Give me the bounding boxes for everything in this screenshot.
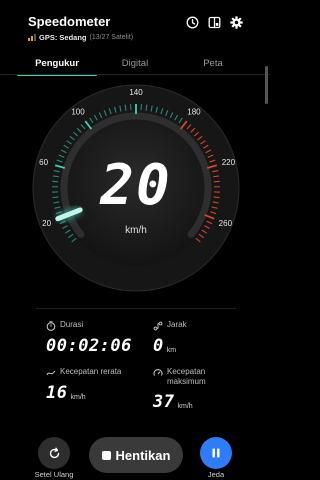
- minor-tick: [213, 196, 220, 199]
- gauge-icon: [153, 369, 163, 376]
- distance-unit: km: [166, 347, 177, 354]
- stop-icon: [101, 450, 111, 460]
- app-header: Speedometer GPS: Sedang (13/27 Satelit): [0, 0, 270, 52]
- stats-divider: [36, 308, 236, 309]
- gps-status-label: GPS: Sedang: [39, 33, 87, 42]
- avg-speed-stat: Kecepatan rerata 16 km/h: [46, 367, 146, 403]
- gps-status: GPS: Sedang (13/27 Satelit): [28, 33, 133, 42]
- tab-bar: Pengukur Digital Peta: [0, 54, 270, 76]
- settings-gear-icon[interactable]: [228, 14, 244, 30]
- distance-value: 0: [153, 336, 164, 356]
- minor-tick: [145, 104, 148, 111]
- tabs-divider: [0, 74, 270, 75]
- tick-label: 60: [39, 158, 48, 167]
- refresh-icon: [49, 447, 59, 458]
- distance-stat: Jarak 0 km: [153, 320, 253, 356]
- minor-tick: [52, 196, 59, 199]
- duration-stat: Durasi 00:02:06: [46, 320, 146, 356]
- tick-label: 140: [129, 88, 143, 97]
- pause-button[interactable]: [200, 437, 232, 469]
- max-speed-unit: km/h: [177, 403, 193, 410]
- tick-label: 100: [71, 107, 85, 116]
- reset-label: Setel Ulang: [34, 470, 74, 479]
- tab-peta[interactable]: Peta: [173, 58, 253, 69]
- speedometer-gauge: 20 60 100 140 180 220 260 20 km/h: [32, 84, 240, 292]
- gps-satellite-count: (13/27 Satelit): [89, 34, 134, 41]
- duration-label: Durasi: [60, 320, 84, 329]
- tick-label: 180: [187, 107, 201, 116]
- duration-value: 00:02:06: [46, 336, 132, 356]
- minor-tick: [124, 104, 127, 111]
- tab-pengukur[interactable]: Pengukur: [17, 58, 97, 69]
- distance-label: Jarak: [167, 320, 187, 329]
- reset-button[interactable]: [38, 437, 70, 469]
- speed-unit: km/h: [125, 225, 147, 236]
- max-speed-label: Kecepatan maksimum: [167, 367, 206, 386]
- avg-speed-unit: km/h: [70, 394, 86, 401]
- tab-digital[interactable]: Digital: [95, 58, 175, 69]
- tick-label: 20: [42, 219, 51, 228]
- trend-icon: [46, 370, 56, 376]
- avg-speed-value: 16: [46, 383, 68, 403]
- pause-label: Jeda: [207, 470, 225, 479]
- avg-speed-label: Kecepatan rerata: [60, 367, 122, 376]
- app-title: Speedometer: [28, 14, 111, 29]
- tick-label: 260: [219, 219, 233, 228]
- max-speed-value: 37: [153, 392, 175, 412]
- split-screen-icon[interactable]: [206, 14, 222, 30]
- route-icon: [153, 321, 163, 331]
- history-icon[interactable]: [184, 14, 200, 30]
- stop-button[interactable]: Hentikan: [89, 437, 183, 473]
- speed-readout: 20: [99, 153, 171, 218]
- tick-label: 220: [222, 158, 236, 167]
- stop-label: Hentikan: [115, 447, 171, 463]
- pause-icon: [212, 448, 220, 458]
- stopwatch-icon: [46, 321, 56, 331]
- gps-signal-icon: [28, 34, 36, 41]
- max-speed-stat: Kecepatan maksimum 37 km/h: [153, 367, 253, 412]
